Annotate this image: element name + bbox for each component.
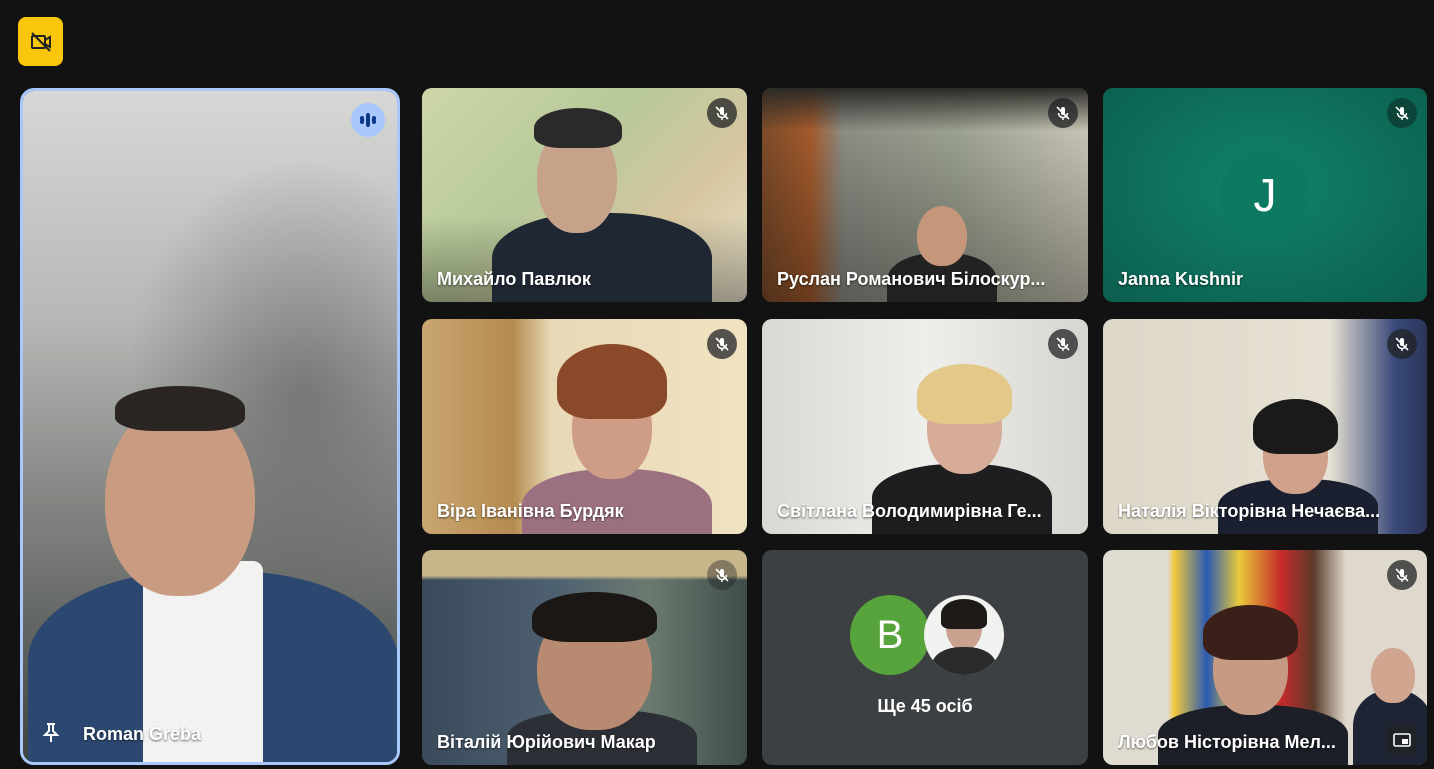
avatar xyxy=(924,595,1004,675)
participant-tile[interactable]: Михайло Павлюк xyxy=(422,88,747,302)
mic-off-icon xyxy=(1056,106,1070,120)
participant-name: Віталій Юрійович Макар xyxy=(437,732,656,752)
audio-wave-icon xyxy=(360,113,376,127)
participant-name: Руслан Романович Білоскур... xyxy=(777,269,1046,289)
participant-name: Любов Ністорівна Мел... xyxy=(1118,732,1336,752)
more-participants-label: Ще 45 осіб xyxy=(877,696,973,716)
participant-tile[interactable]: Віра Іванівна Бурдяк xyxy=(422,319,747,534)
mic-off-indicator xyxy=(1048,98,1078,128)
avatar-letter: B xyxy=(876,612,904,657)
participant-tile[interactable]: Любов Ністорівна Мел... xyxy=(1103,550,1427,765)
participant-name: Roman Greba xyxy=(83,724,202,744)
picture-in-picture-button[interactable] xyxy=(1387,725,1417,755)
mic-off-icon xyxy=(1395,568,1409,582)
more-participants-tile[interactable]: B Ще 45 осіб xyxy=(762,550,1088,765)
participant-tile[interactable]: Світлана Володимирівна Ге... xyxy=(762,319,1088,534)
participant-name: Наталія Вікторівна Нечаєва... xyxy=(1118,501,1381,521)
mic-off-icon xyxy=(1395,337,1409,351)
avatar: B xyxy=(850,595,930,675)
speaker-figure xyxy=(23,381,397,762)
mic-off-icon xyxy=(715,568,729,582)
mic-off-icon xyxy=(1395,106,1409,120)
participant-tile[interactable]: Віталій Юрійович Макар xyxy=(422,550,747,765)
avatar-letter: J xyxy=(1253,169,1277,221)
pin-icon[interactable] xyxy=(41,722,61,744)
mic-off-icon xyxy=(1056,337,1070,351)
picture-in-picture-icon xyxy=(1393,733,1411,747)
main-speaker-tile[interactable]: Roman Greba xyxy=(20,88,400,765)
participant-name: Михайло Павлюк xyxy=(437,269,591,289)
participant-tile[interactable]: Руслан Романович Білоскур... xyxy=(762,88,1088,302)
participant-name: Віра Іванівна Бурдяк xyxy=(437,501,624,521)
mic-off-indicator xyxy=(707,560,737,590)
mic-off-icon xyxy=(715,337,729,351)
video-off-icon xyxy=(30,31,51,52)
mic-off-indicator xyxy=(707,98,737,128)
mic-off-icon xyxy=(715,106,729,120)
mic-off-indicator xyxy=(1048,329,1078,359)
participant-name: Світлана Володимирівна Ге... xyxy=(777,501,1042,521)
mic-off-indicator xyxy=(1387,329,1417,359)
camera-off-button[interactable] xyxy=(18,17,63,66)
speaking-indicator xyxy=(351,103,385,137)
mic-off-indicator xyxy=(1387,98,1417,128)
mic-off-indicator xyxy=(707,329,737,359)
mic-off-indicator xyxy=(1387,560,1417,590)
avatar: J xyxy=(1220,150,1310,240)
participant-name: Janna Kushnir xyxy=(1118,269,1244,289)
participant-tile[interactable]: Наталія Вікторівна Нечаєва... xyxy=(1103,319,1427,534)
participant-tile[interactable]: J Janna Kushnir xyxy=(1103,88,1427,302)
